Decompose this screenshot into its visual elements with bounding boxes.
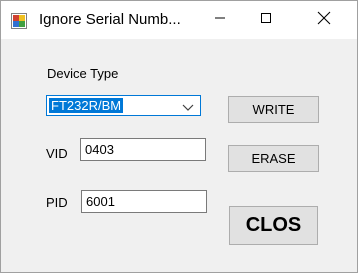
device-type-label: Device Type (47, 66, 119, 81)
minimize-button[interactable] (197, 1, 243, 39)
maximize-button[interactable] (243, 1, 289, 39)
close-window-button[interactable] (301, 1, 347, 39)
minimize-icon (214, 11, 226, 29)
write-button[interactable]: WRITE (228, 96, 319, 123)
window-title: Ignore Serial Numb... (39, 11, 181, 28)
maximize-icon (260, 11, 272, 29)
title-bar[interactable]: Ignore Serial Numb... (1, 1, 357, 39)
close-icon (317, 11, 331, 30)
dialog-window: Ignore Serial Numb... Device Type FT232R… (0, 0, 358, 273)
chevron-down-icon[interactable] (182, 100, 194, 112)
device-type-select[interactable]: FT232R/BM (46, 95, 201, 116)
erase-button[interactable]: ERASE (228, 145, 319, 172)
app-window-icon (11, 13, 27, 29)
dialog-client-area: Device Type FT232R/BM VID 0403 PID 6001 … (1, 39, 357, 272)
vid-input[interactable]: 0403 (80, 138, 206, 161)
close-button[interactable]: CLOS (229, 206, 318, 245)
vid-label: VID (46, 146, 68, 161)
pid-label: PID (46, 195, 68, 210)
pid-input[interactable]: 6001 (81, 190, 207, 213)
device-type-selected-value: FT232R/BM (49, 98, 124, 113)
